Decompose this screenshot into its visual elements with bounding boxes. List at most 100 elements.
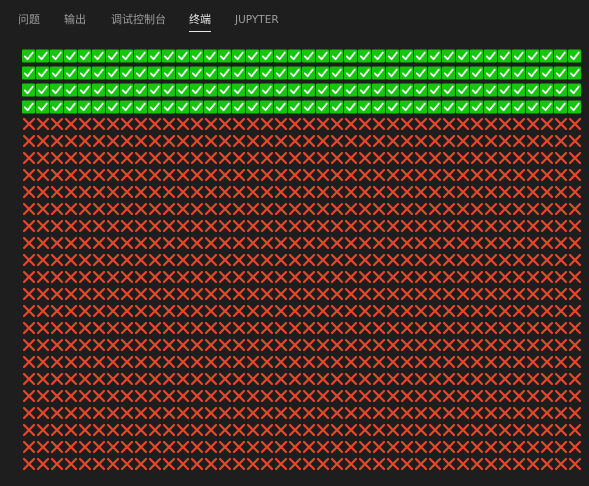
cross-mark-icon <box>316 320 330 337</box>
cross-mark-icon <box>246 456 260 473</box>
tab-output[interactable]: 输出 <box>64 12 86 32</box>
cross-mark-icon <box>498 252 512 269</box>
cross-mark-icon <box>512 354 526 371</box>
cross-mark-icon <box>386 184 400 201</box>
cross-mark-icon <box>372 303 386 320</box>
cross-mark-icon <box>78 320 92 337</box>
cross-mark-icon <box>330 422 344 439</box>
cross-mark-icon <box>64 371 78 388</box>
cross-mark-icon <box>22 252 36 269</box>
check-mark-icon <box>372 48 386 65</box>
cross-mark-icon <box>400 337 414 354</box>
cross-mark-icon <box>316 184 330 201</box>
check-mark-icon <box>316 99 330 116</box>
cross-mark-icon <box>386 235 400 252</box>
cross-mark-icon <box>162 439 176 456</box>
check-mark-icon <box>428 65 442 82</box>
cross-mark-icon <box>316 235 330 252</box>
pass-row <box>22 82 582 99</box>
check-mark-icon <box>64 65 78 82</box>
fail-row <box>22 252 582 269</box>
cross-mark-icon <box>22 354 36 371</box>
cross-mark-icon <box>246 320 260 337</box>
cross-mark-icon <box>78 337 92 354</box>
cross-mark-icon <box>568 439 582 456</box>
check-mark-icon <box>568 48 582 65</box>
cross-mark-icon <box>302 133 316 150</box>
cross-mark-icon <box>148 116 162 133</box>
check-mark-icon <box>372 99 386 116</box>
cross-mark-icon <box>232 184 246 201</box>
cross-mark-icon <box>78 388 92 405</box>
cross-mark-icon <box>260 150 274 167</box>
cross-mark-icon <box>218 354 232 371</box>
check-mark-icon <box>288 82 302 99</box>
cross-mark-icon <box>218 439 232 456</box>
cross-mark-icon <box>372 252 386 269</box>
tab-problems[interactable]: 问题 <box>18 12 40 32</box>
cross-mark-icon <box>512 422 526 439</box>
cross-mark-icon <box>526 133 540 150</box>
cross-mark-icon <box>344 252 358 269</box>
cross-mark-icon <box>232 286 246 303</box>
cross-mark-icon <box>442 218 456 235</box>
check-mark-icon <box>190 48 204 65</box>
cross-mark-icon <box>148 354 162 371</box>
cross-mark-icon <box>134 405 148 422</box>
cross-mark-icon <box>372 235 386 252</box>
cross-mark-icon <box>456 167 470 184</box>
cross-mark-icon <box>358 252 372 269</box>
cross-mark-icon <box>358 150 372 167</box>
cross-mark-icon <box>134 116 148 133</box>
cross-mark-icon <box>428 235 442 252</box>
cross-mark-icon <box>302 303 316 320</box>
check-mark-icon <box>540 82 554 99</box>
cross-mark-icon <box>134 456 148 473</box>
check-mark-icon <box>526 65 540 82</box>
tab-debug-console[interactable]: 调试控制台 <box>111 12 166 32</box>
cross-mark-icon <box>456 286 470 303</box>
cross-mark-icon <box>288 371 302 388</box>
cross-mark-icon <box>400 439 414 456</box>
cross-mark-icon <box>78 286 92 303</box>
cross-mark-icon <box>484 150 498 167</box>
cross-mark-icon <box>204 371 218 388</box>
cross-mark-icon <box>414 303 428 320</box>
check-mark-icon <box>134 82 148 99</box>
check-mark-icon <box>442 99 456 116</box>
cross-mark-icon <box>50 269 64 286</box>
cross-mark-icon <box>92 354 106 371</box>
cross-mark-icon <box>428 405 442 422</box>
check-mark-icon <box>36 48 50 65</box>
cross-mark-icon <box>190 133 204 150</box>
cross-mark-icon <box>372 371 386 388</box>
cross-mark-icon <box>190 371 204 388</box>
cross-mark-icon <box>316 371 330 388</box>
cross-mark-icon <box>386 133 400 150</box>
terminal-output[interactable] <box>22 48 582 474</box>
cross-mark-icon <box>442 133 456 150</box>
cross-mark-icon <box>218 133 232 150</box>
cross-mark-icon <box>78 116 92 133</box>
cross-mark-icon <box>484 439 498 456</box>
cross-mark-icon <box>92 150 106 167</box>
cross-mark-icon <box>568 422 582 439</box>
cross-mark-icon <box>400 167 414 184</box>
check-mark-icon <box>344 65 358 82</box>
cross-mark-icon <box>274 184 288 201</box>
tab-terminal[interactable]: 终端 <box>189 12 211 32</box>
check-mark-icon <box>246 82 260 99</box>
cross-mark-icon <box>232 235 246 252</box>
cross-mark-icon <box>232 133 246 150</box>
cross-mark-icon <box>36 167 50 184</box>
tab-jupyter[interactable]: JUPYTER <box>235 12 279 32</box>
cross-mark-icon <box>260 235 274 252</box>
cross-mark-icon <box>470 405 484 422</box>
check-mark-icon <box>498 48 512 65</box>
cross-mark-icon <box>372 201 386 218</box>
cross-mark-icon <box>400 405 414 422</box>
cross-mark-icon <box>274 405 288 422</box>
cross-mark-icon <box>36 320 50 337</box>
cross-mark-icon <box>106 116 120 133</box>
cross-mark-icon <box>498 320 512 337</box>
